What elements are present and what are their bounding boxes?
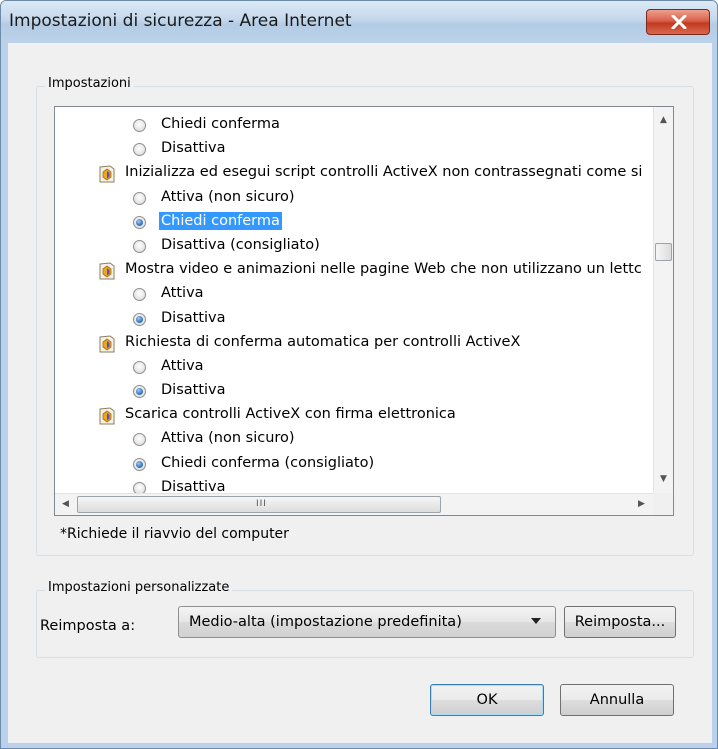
vertical-scroll-thumb[interactable] (655, 243, 672, 261)
settings-option-label: Disattiva (161, 309, 226, 326)
radio-selected-icon[interactable] (133, 312, 146, 326)
radio-unselected-icon[interactable] (133, 119, 146, 132)
reset-level-dropdown[interactable]: Medio-alta (impostazione predefinita) (178, 606, 556, 638)
close-icon (671, 15, 687, 29)
settings-option-label: Disattiva (consigliato) (161, 236, 320, 253)
settings-option-label: Chiedi conferma (159, 211, 282, 230)
settings-list[interactable]: Chiedi conferma Disattiva Inizializza ed e… (54, 106, 674, 516)
settings-group-legend: Impostazioni (45, 76, 134, 91)
custom-settings-group-legend: Impostazioni personalizzate (45, 580, 233, 595)
settings-option-label: Attiva (161, 357, 204, 374)
radio-unselected-icon[interactable] (133, 191, 146, 205)
title-bar[interactable]: Impostazioni di sicurezza - Area Interne… (1, 1, 717, 43)
radio-selected-icon[interactable] (133, 457, 146, 471)
ok-button[interactable]: OK (430, 684, 544, 716)
cancel-button[interactable]: Annulla (560, 684, 674, 716)
activex-settings-icon (99, 165, 115, 183)
reset-level-value: Medio-alta (impostazione predefinita) (189, 614, 462, 630)
radio-unselected-icon[interactable] (133, 239, 146, 253)
radio-unselected-icon[interactable] (133, 433, 146, 447)
settings-option-label: Disattiva (161, 140, 226, 157)
horizontal-scroll-thumb[interactable]: III (77, 496, 441, 513)
settings-option-label: Disattiva (161, 382, 226, 399)
radio-unselected-icon[interactable] (133, 481, 146, 493)
horizontal-scrollbar[interactable]: ◀ III ▶ (55, 493, 653, 515)
settings-option-label: Attiva (161, 285, 204, 302)
settings-list-viewport: Chiedi conferma Disattiva Inizializza ed e… (55, 107, 653, 493)
settings-category-label: Scarica controlli ActiveX con firma elet… (125, 406, 456, 423)
radio-unselected-icon[interactable] (133, 288, 146, 302)
window-title: Impostazioni di sicurezza - Area Interne… (9, 11, 352, 31)
radio-unselected-icon[interactable] (133, 360, 146, 374)
settings-category-label: Richiesta di conferma automatica per con… (125, 333, 521, 350)
chevron-down-icon (531, 618, 541, 624)
activex-settings-icon (99, 407, 115, 425)
settings-option-label: Disattiva (161, 478, 226, 493)
settings-category-label: Inizializza ed esegui script controlli A… (125, 164, 643, 181)
scroll-up-arrow-icon[interactable]: ▲ (660, 116, 667, 125)
radio-selected-icon[interactable] (133, 215, 146, 229)
activex-settings-icon (99, 335, 115, 353)
scroll-right-arrow-icon[interactable]: ▶ (638, 500, 645, 509)
radio-unselected-icon[interactable] (133, 143, 146, 157)
reset-to-label: Reimposta a: (40, 618, 136, 634)
settings-option-label: Attiva (non sicuro) (161, 430, 295, 447)
close-button[interactable] (646, 9, 710, 35)
settings-option-label: Chiedi conferma (161, 116, 280, 132)
settings-option-label: Attiva (non sicuro) (161, 188, 295, 205)
scrollbar-corner (653, 493, 673, 515)
scroll-grip: III (256, 499, 267, 509)
settings-option-label: Chiedi conferma (consigliato) (161, 454, 375, 471)
vertical-scrollbar[interactable]: ▲ ▼ (653, 107, 673, 493)
radio-selected-icon[interactable] (133, 385, 146, 399)
reset-button[interactable]: Reimposta... (564, 606, 676, 638)
activex-settings-icon (99, 262, 115, 280)
scroll-left-arrow-icon[interactable]: ◀ (62, 500, 69, 509)
restart-note: *Richiede il riavvio del computer (60, 526, 289, 542)
settings-category-label: Mostra video e animazioni nelle pagine W… (125, 261, 642, 278)
scroll-down-arrow-icon[interactable]: ▼ (660, 475, 667, 484)
